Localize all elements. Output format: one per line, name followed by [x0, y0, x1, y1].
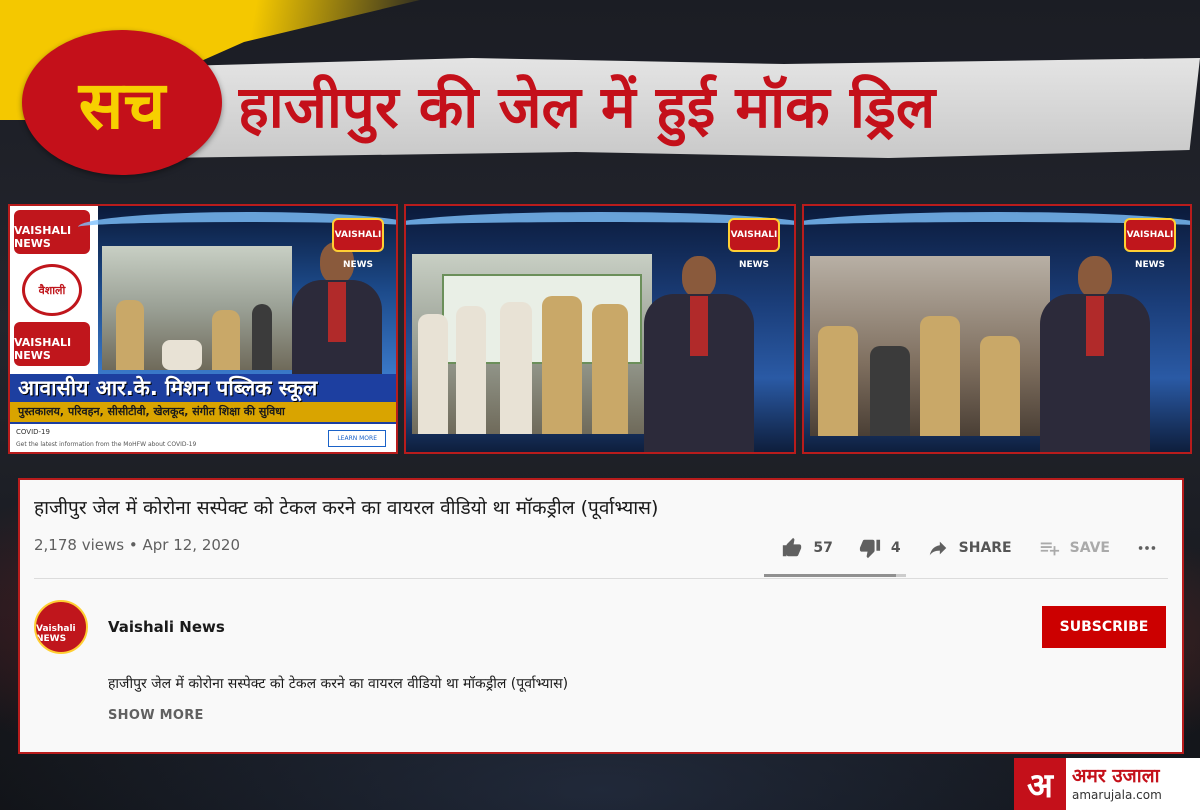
more-horizontal-icon — [1136, 537, 1158, 559]
like-button[interactable]: 57 — [781, 537, 833, 559]
dislike-count: 4 — [890, 540, 901, 556]
channel-logo: VAISHALI NEWS — [332, 218, 384, 270]
share-arrow-icon — [927, 537, 949, 559]
upload-date: Apr 12, 2020 — [142, 536, 241, 554]
police-figure — [212, 310, 240, 370]
police-figure — [980, 336, 1020, 436]
video-meta: 2,178 views • Apr 12, 2020 — [34, 536, 240, 554]
video-description: हाजीपुर जेल में कोरोना सस्पेक्ट को टेकल … — [108, 676, 569, 692]
footage-inset — [810, 256, 1050, 436]
channel-logo-alt: वैशाली — [22, 264, 82, 316]
police-figure — [592, 304, 628, 434]
sach-badge: सच — [22, 30, 222, 175]
subscribe-button[interactable]: SUBSCRIBE — [1042, 606, 1166, 648]
channel-logo: VAISHALI NEWS — [728, 218, 780, 270]
more-actions-button[interactable] — [1136, 537, 1168, 559]
video-frame-1: VAISHALI NEWS वैशाली VAISHALI NEWS VAISH… — [8, 204, 398, 454]
person-figure — [252, 304, 272, 370]
covid-title: COVID-19 — [16, 428, 50, 436]
police-figure — [542, 296, 582, 434]
publisher-logo: अ अमर उजाला amarujala.com — [1014, 758, 1200, 810]
view-count: 2,178 views — [34, 536, 125, 554]
channel-name[interactable]: Vaishali News — [108, 618, 225, 636]
police-figure — [116, 300, 144, 370]
person-figure — [500, 302, 532, 434]
footage-inset — [102, 246, 292, 370]
school-ad-banner: आवासीय आर.के. मिशन पब्लिक स्कूल पुस्तकाल… — [10, 374, 396, 424]
publisher-url: amarujala.com — [1072, 788, 1162, 802]
dislike-button[interactable]: 4 — [859, 537, 901, 559]
news-anchor — [1040, 256, 1150, 452]
person-figure — [456, 306, 486, 434]
publisher-name: अमर उजाला — [1072, 765, 1160, 787]
video-title: हाजीपुर जेल में कोरोना सस्पेक्ट को टेकल … — [34, 497, 659, 519]
footage-inset — [412, 254, 652, 434]
school-ad-title: आवासीय आर.के. मिशन पब्लिक स्कूल — [18, 376, 318, 400]
channel-logo: VAISHALI NEWS — [14, 322, 90, 366]
learn-more-button[interactable]: LEARN MORE — [328, 430, 386, 447]
share-button[interactable]: SHARE — [927, 537, 1012, 559]
meta-separator: • — [128, 536, 138, 554]
news-anchor — [644, 256, 754, 452]
playlist-add-icon — [1038, 537, 1060, 559]
save-button[interactable]: SAVE — [1038, 537, 1110, 559]
police-figure — [920, 316, 960, 436]
thumbs-up-icon — [781, 537, 803, 559]
covid-info-bar: COVID-19 Get the latest information from… — [10, 424, 396, 452]
publisher-logo-mark: अ — [1014, 758, 1066, 810]
like-count: 57 — [813, 540, 833, 556]
video-frame-3: VAISHALI NEWS — [802, 204, 1192, 454]
video-frame-2: VAISHALI NEWS — [404, 204, 796, 454]
video-frames: VAISHALI NEWS वैशाली VAISHALI NEWS VAISH… — [8, 204, 1192, 454]
covid-description: Get the latest information from the MoHF… — [16, 441, 197, 448]
show-more-button[interactable]: SHOW MORE — [108, 708, 204, 723]
headline-text: हाजीपुर की जेल में हुई मॉक ड्रिल — [238, 73, 936, 141]
studio-scene: VAISHALI NEWS — [78, 206, 396, 450]
like-ratio-bar — [764, 574, 906, 577]
action-bar: 57 4 SHARE SAVE — [755, 534, 1168, 562]
person-figure — [418, 314, 448, 434]
person-figure — [162, 340, 202, 370]
police-figure — [818, 326, 858, 436]
person-figure — [870, 346, 910, 436]
channel-avatar[interactable]: Vaishali NEWS — [34, 600, 88, 654]
headline-banner: सच हाजीपुर की जेल में हुई मॉक ड्रिल — [0, 0, 1200, 190]
thumbs-down-icon — [859, 537, 881, 559]
save-label: SAVE — [1069, 540, 1110, 556]
school-ad-subtitle: पुस्तकालय, परिवहन, सीसीटीवी, खेलकूद, संग… — [10, 402, 396, 422]
divider — [34, 578, 1168, 579]
channel-logo: VAISHALI NEWS — [1124, 218, 1176, 270]
like-ratio-fill — [764, 574, 897, 577]
youtube-video-info: हाजीपुर जेल में कोरोना सस्पेक्ट को टेकल … — [18, 478, 1184, 754]
share-label: SHARE — [958, 540, 1012, 556]
